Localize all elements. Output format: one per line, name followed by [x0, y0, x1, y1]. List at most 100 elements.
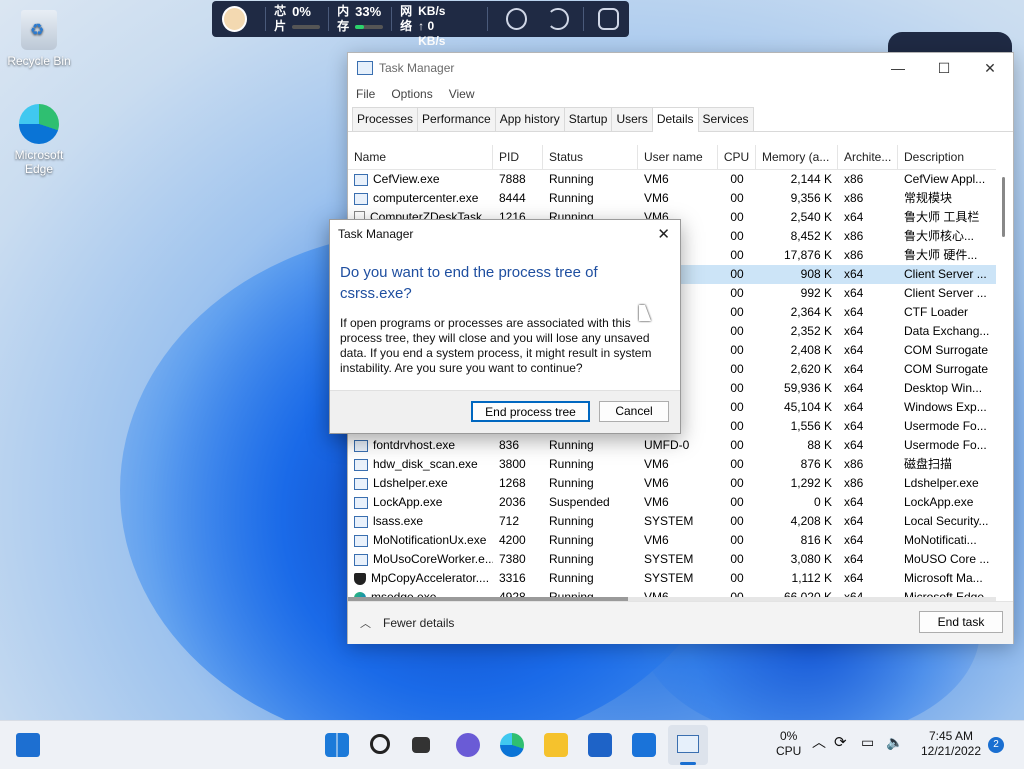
- cell-text: x64: [844, 305, 864, 319]
- divider: [582, 7, 584, 31]
- cell-mem: 2,620 K: [756, 360, 838, 379]
- table-row[interactable]: computercenter.exe 8444 Running VM6 00 9,356 …: [348, 189, 996, 208]
- volume-icon[interactable]: 🔈: [886, 735, 903, 750]
- process-icon: [354, 534, 368, 547]
- cell-arch: x86: [838, 170, 898, 189]
- table-row[interactable]: MpCopyAccelerator.... 3316 Running SYSTEM 00…: [348, 569, 996, 588]
- cell-text: 712: [499, 514, 520, 528]
- mail-icon[interactable]: [632, 733, 656, 757]
- cell-text: x86: [844, 476, 864, 490]
- task-manager-taskbar-button[interactable]: [668, 725, 708, 765]
- search-icon[interactable]: [368, 733, 392, 757]
- cell-text: Running: [549, 533, 594, 547]
- tab-app-history[interactable]: App history: [494, 107, 565, 131]
- column-header-user[interactable]: User name: [638, 145, 718, 169]
- refresh-icon[interactable]: ⟳: [834, 735, 847, 750]
- column-header-name[interactable]: Name: [348, 145, 493, 169]
- cancel-button[interactable]: Cancel: [599, 401, 669, 422]
- menu-file[interactable]: File: [356, 87, 375, 101]
- file-explorer-icon[interactable]: [544, 733, 568, 757]
- tab-processes[interactable]: Processes: [352, 107, 419, 131]
- column-header-pid[interactable]: PID: [493, 145, 543, 169]
- cell-name: lsass.exe: [348, 512, 493, 531]
- chevron-up-icon[interactable]: ︿: [812, 735, 826, 750]
- cpu-tray-readout[interactable]: 0% CPU: [776, 729, 801, 759]
- notification-badge[interactable]: 2: [988, 737, 1004, 753]
- tab-startup[interactable]: Startup: [563, 107, 613, 131]
- system-monitor-widget[interactable]: 芯片 0% 内存 33% 网络 ↓ 0 KB/s ↑ 0 KB/s: [212, 0, 629, 48]
- store-icon[interactable]: [588, 733, 612, 757]
- menu-view[interactable]: View: [449, 87, 475, 101]
- column-header-memory[interactable]: Memory (a...: [756, 145, 838, 169]
- cell-text: VM6: [644, 457, 669, 471]
- table-row[interactable]: LockApp.exe 2036 Suspended VM6 00 0 K x64 LockA…: [348, 493, 996, 512]
- fewer-details-button[interactable]: ︿ Fewer details: [360, 615, 454, 631]
- cell-cpu: 00: [718, 398, 756, 417]
- cell-arch: x64: [838, 379, 898, 398]
- table-row[interactable]: MoUsoCoreWorker.e... 7380 Running SYSTEM 00 3…: [348, 550, 996, 569]
- cell-user: VM6: [638, 531, 718, 550]
- cell-text: Running: [549, 457, 594, 471]
- start-icon[interactable]: [325, 733, 349, 757]
- cell-mem: 4,208 K: [756, 512, 838, 531]
- cell-cpu: 00: [718, 227, 756, 246]
- dialog-title-bar[interactable]: Task Manager ✕: [330, 220, 680, 248]
- cell-pid: 3316: [493, 569, 543, 588]
- table-row[interactable]: lsass.exe 712 Running SYSTEM 00 4,208 K x64 Loc…: [348, 512, 996, 531]
- table-row[interactable]: fontdrvhost.exe 836 Running UMFD-0 00 88 K x64…: [348, 436, 996, 455]
- cell-text: 7380: [499, 552, 526, 566]
- floating-widget[interactable]: [888, 32, 1012, 54]
- minimize-icon[interactable]: —: [875, 60, 921, 77]
- cell-cpu: 00: [718, 360, 756, 379]
- memory-label: 内存: [337, 4, 350, 33]
- cell-text: 8,452 K: [790, 229, 832, 243]
- widgets-icon[interactable]: [16, 733, 40, 757]
- task-view-icon[interactable]: [412, 737, 430, 753]
- close-icon[interactable]: ✕: [657, 225, 670, 243]
- tab-users[interactable]: Users: [611, 107, 653, 131]
- end-process-tree-dialog[interactable]: Task Manager ✕ Do you want to end the pr…: [329, 219, 681, 434]
- desktop-icon-recycle-bin[interactable]: ♻ Recycle Bin: [4, 10, 74, 68]
- table-row[interactable]: hdw_disk_scan.exe 3800 Running VM6 00 876 K x8…: [348, 455, 996, 474]
- dialog-footer: End process tree Cancel: [330, 390, 680, 433]
- cell-text: fontdrvhost.exe: [373, 438, 456, 452]
- settings-icon[interactable]: [597, 8, 620, 30]
- maximize-icon[interactable]: ☐: [921, 60, 967, 77]
- end-process-tree-button[interactable]: End process tree: [471, 401, 590, 422]
- desktop-icon-edge[interactable]: Microsoft Edge: [4, 104, 74, 176]
- tab-details[interactable]: Details: [651, 107, 699, 132]
- cell-text: 鲁大师 工具栏: [904, 210, 980, 224]
- end-task-button[interactable]: End task: [919, 611, 1003, 633]
- cell-text: Microsoft Ma...: [904, 571, 983, 585]
- column-header-status[interactable]: Status: [543, 145, 638, 169]
- chat-icon[interactable]: [456, 733, 480, 757]
- cell-mem: 1,112 K: [756, 569, 838, 588]
- cell-text: Running: [549, 476, 594, 490]
- cell-text: 816 K: [800, 533, 832, 547]
- edge-icon[interactable]: [500, 733, 524, 757]
- cell-text: 鲁大师核心...: [904, 229, 975, 243]
- cell-text: 00: [730, 438, 744, 452]
- title-bar[interactable]: Task Manager — ☐ ✕: [348, 53, 1013, 83]
- cell-user: VM6: [638, 189, 718, 208]
- column-header-architecture[interactable]: Archite...: [838, 145, 898, 169]
- rocket-icon[interactable]: [506, 8, 528, 30]
- tab-services[interactable]: Services: [697, 107, 754, 131]
- table-row[interactable]: MoNotificationUx.exe 4200 Running VM6 00 816 …: [348, 531, 996, 550]
- cell-text: Windows Exp...: [904, 400, 987, 414]
- cell-name: hdw_disk_scan.exe: [348, 455, 493, 474]
- menu-options[interactable]: Options: [391, 87, 432, 101]
- vertical-scrollbar[interactable]: [998, 173, 1010, 597]
- cell-arch: x86: [838, 474, 898, 493]
- close-icon[interactable]: ✕: [967, 60, 1013, 77]
- table-row[interactable]: CefView.exe 7888 Running VM6 00 2,144 K x86 Cef…: [348, 170, 996, 189]
- column-header-cpu[interactable]: CPU: [718, 145, 756, 169]
- network-icon[interactable]: ▭: [861, 735, 874, 750]
- cell-pid: 712: [493, 512, 543, 531]
- column-header-description[interactable]: Description: [898, 145, 996, 169]
- tab-performance[interactable]: Performance: [417, 107, 496, 131]
- moon-icon[interactable]: [547, 8, 569, 30]
- clock[interactable]: 7:45 AM 12/21/2022: [918, 729, 984, 759]
- table-row[interactable]: Ldshelper.exe 1268 Running VM6 00 1,292 K x86 L…: [348, 474, 996, 493]
- cell-status: Running: [543, 569, 638, 588]
